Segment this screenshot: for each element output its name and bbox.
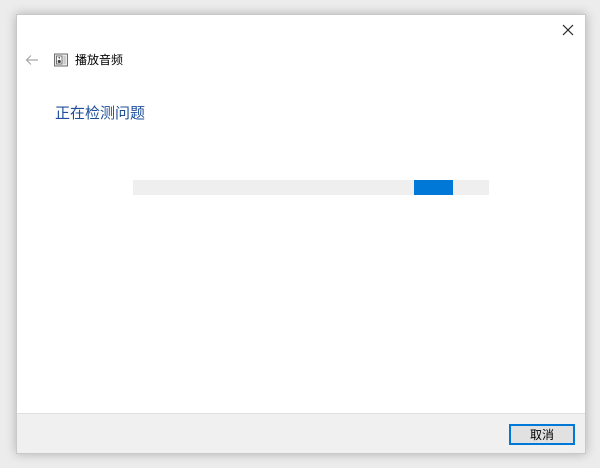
close-button[interactable] xyxy=(551,15,585,45)
window-title: 播放音频 xyxy=(75,53,124,67)
cancel-button[interactable]: 取消 xyxy=(509,424,575,445)
speaker-icon xyxy=(54,53,68,67)
troubleshooter-window: 播放音频 正在检测问题 取消 xyxy=(16,14,586,454)
footer: 取消 xyxy=(17,413,585,453)
title-bar: 播放音频 xyxy=(17,49,585,71)
back-arrow-icon xyxy=(25,55,38,65)
progress-indicator xyxy=(414,180,454,195)
back-button[interactable] xyxy=(22,51,42,69)
progress-bar xyxy=(133,180,489,195)
page-title: 正在检测问题 xyxy=(55,104,146,122)
close-icon xyxy=(562,24,574,36)
